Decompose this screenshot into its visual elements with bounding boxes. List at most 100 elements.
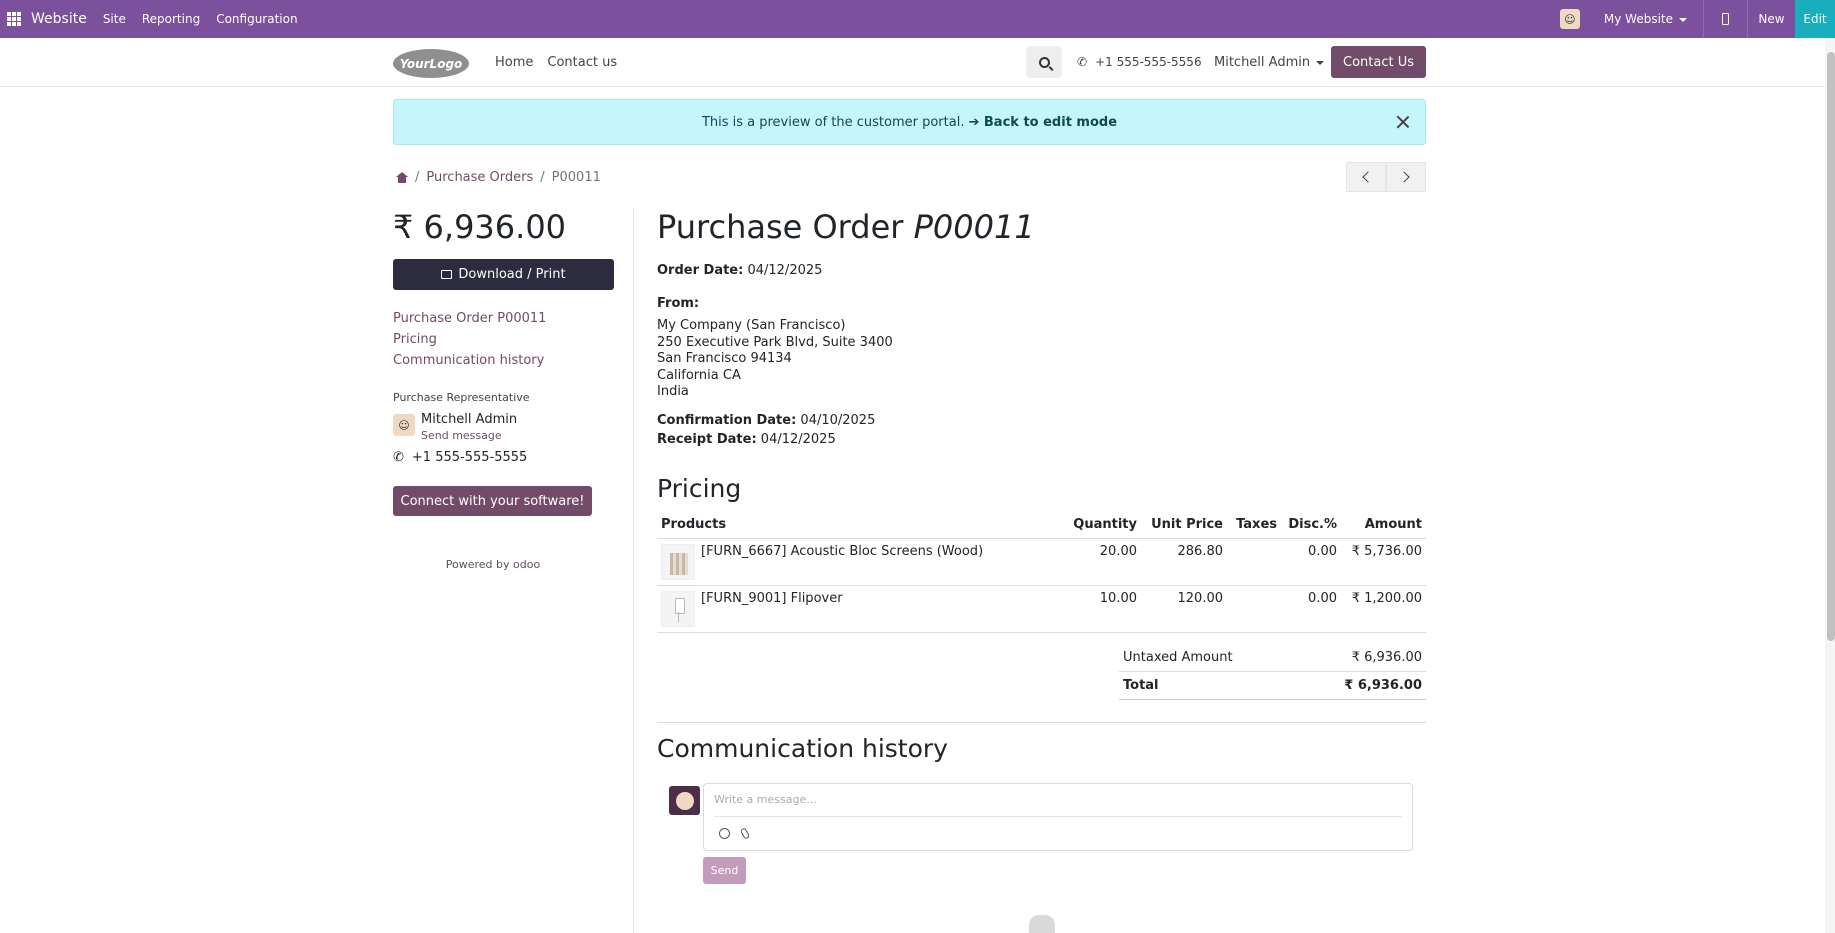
admin-menu-reporting[interactable]: Reporting (142, 12, 200, 26)
section-divider (657, 722, 1426, 723)
contact-us-button[interactable]: Contact Us (1331, 46, 1426, 78)
line-product: [FURN_6667] Acoustic Bloc Screens (Wood) (657, 539, 1062, 586)
admin-menu-site[interactable]: Site (103, 12, 126, 26)
rep-phone[interactable]: ✆ +1 555-555-5555 (393, 450, 615, 465)
total-label: Total (1123, 678, 1159, 693)
toc-communication-history[interactable]: Communication history (393, 353, 615, 368)
next-button[interactable] (1386, 162, 1426, 192)
line-taxes (1227, 585, 1281, 633)
connect-software-button[interactable]: Connect with your software! (393, 486, 592, 516)
rep-label: Purchase Representative (393, 391, 530, 404)
odoo-logo[interactable]: odoo (513, 558, 540, 571)
order-date-label: Order Date: (657, 263, 744, 278)
avatar (675, 791, 694, 810)
product-name: [FURN_6667] Acoustic Bloc Screens (Wood) (701, 543, 984, 559)
site-logo[interactable]: YourLogo (393, 49, 469, 78)
chat-bot-icon[interactable] (1029, 915, 1055, 933)
chevron-down-icon (1316, 60, 1325, 65)
table-header-row: Products Quantity Unit Price Taxes Disc.… (657, 512, 1426, 539)
line-amount: ₹ 1,200.00 (1341, 585, 1426, 633)
send-button[interactable]: Send (703, 857, 746, 884)
admin-brand[interactable]: Website (31, 11, 87, 27)
close-icon[interactable] (1393, 112, 1413, 132)
send-message-link[interactable]: Send message (421, 429, 517, 442)
previous-button[interactable] (1346, 162, 1386, 192)
confirmation-date-value: 04/10/2025 (800, 412, 876, 428)
pricing-heading: Pricing (657, 473, 742, 503)
untaxed-value: ₹ 6,936.00 (1351, 650, 1422, 665)
col-taxes: Taxes (1227, 512, 1281, 539)
totals-block: Untaxed Amount ₹ 6,936.00 Total ₹ 6,936.00 (1119, 644, 1426, 700)
vendor-address: My Company (San Francisco) 250 Executive… (657, 318, 1426, 401)
download-print-button[interactable]: Download / Print (393, 259, 614, 290)
message-composer[interactable]: Write a message... (703, 783, 1413, 851)
col-amount: Amount (1341, 512, 1426, 539)
order-lines-table: Products Quantity Unit Price Taxes Disc.… (657, 512, 1426, 633)
total-value: ₹ 6,936.00 (1344, 678, 1422, 693)
product-image (661, 590, 695, 627)
address-line: 250 Executive Park Blvd, Suite 3400 (657, 334, 893, 350)
mobile-preview-button[interactable] (1703, 0, 1747, 38)
line-unit-price: 286.80 (1141, 538, 1227, 586)
column-divider (633, 208, 634, 933)
total-row: Total ₹ 6,936.00 (1119, 672, 1426, 700)
breadcrumb: / Purchase Orders / P00011 (396, 170, 601, 185)
breadcrumb-separator: / (540, 170, 545, 185)
back-to-edit-link[interactable]: ➔ Back to edit mode (968, 115, 1117, 130)
edit-button[interactable]: Edit (1795, 0, 1835, 38)
powered-by: Powered by odoo (393, 558, 615, 571)
user-menu[interactable]: Mitchell Admin (1214, 55, 1325, 70)
page-title-prefix: Purchase Order (657, 208, 904, 246)
search-button[interactable] (1026, 46, 1062, 78)
paperclip-icon[interactable] (739, 827, 751, 840)
receipt-date: Receipt Date: 04/12/2025 (657, 432, 1426, 447)
composer-avatar (669, 786, 700, 815)
line-amount: ₹ 5,736.00 (1341, 538, 1426, 586)
admin-navbar: Website Site Reporting Configuration ☺ M… (0, 0, 1835, 38)
breadcrumb-separator: / (415, 170, 420, 185)
apps-grid-icon[interactable] (7, 12, 21, 26)
receipt-date-label: Receipt Date: (657, 431, 757, 447)
sidebar-total: ₹ 6,936.00 (393, 208, 567, 246)
untaxed-row: Untaxed Amount ₹ 6,936.00 (1119, 644, 1426, 672)
sidebar: ₹ 6,936.00 Download / Print Purchase Ord… (393, 208, 615, 571)
line-product: [FURN_9001] Flipover (657, 586, 1062, 633)
website-selector-label: My Website (1603, 12, 1673, 26)
user-menu-label: Mitchell Admin (1214, 55, 1311, 70)
product-image (661, 543, 695, 580)
rep-avatar: ☺ (393, 414, 415, 436)
product-name: [FURN_9001] Flipover (701, 590, 843, 606)
toc-purchase-order[interactable]: Purchase Order P00011 (393, 311, 615, 326)
powered-by-text: Powered by (445, 558, 510, 571)
table-of-contents: Purchase Order P00011 Pricing Communicat… (393, 311, 615, 368)
website-selector[interactable]: My Website (1604, 12, 1687, 26)
admin-avatar[interactable]: ☺ (1559, 9, 1580, 29)
receipt-date-value: 04/12/2025 (760, 431, 836, 447)
line-discount: 0.00 (1281, 538, 1341, 586)
address-line: San Francisco 94134 (657, 351, 792, 366)
line-taxes (1227, 538, 1281, 586)
nav-contact-us[interactable]: Contact us (547, 55, 617, 70)
new-button[interactable]: New (1747, 0, 1795, 38)
nav-home[interactable]: Home (495, 55, 533, 70)
col-quantity: Quantity (1062, 512, 1141, 539)
phone-icon: ✆ (1077, 55, 1088, 69)
col-products: Products (657, 512, 1062, 539)
alert-text: This is a preview of the customer portal… (701, 114, 965, 130)
col-unit-price: Unit Price (1141, 512, 1227, 539)
home-icon[interactable] (396, 172, 408, 183)
admin-menu-configuration[interactable]: Configuration (216, 12, 297, 26)
from-label: From: (657, 296, 700, 311)
confirmation-date-label: Confirmation Date: (657, 412, 797, 428)
address-line: India (657, 384, 689, 399)
page-title: Purchase Order P00011 (657, 208, 1426, 246)
toc-pricing[interactable]: Pricing (393, 332, 615, 347)
site-header: YourLogo Home Contact us ✆ +1 555-555-555… (0, 38, 1835, 87)
message-input[interactable]: Write a message... (714, 793, 817, 806)
address-line: My Company (San Francisco) (657, 318, 846, 333)
line-unit-price: 120.00 (1141, 585, 1227, 633)
header-phone[interactable]: ✆ +1 555-555-5556 (1077, 55, 1202, 69)
emoji-icon[interactable] (719, 828, 730, 839)
scrollbar-thumb[interactable] (1827, 52, 1835, 641)
breadcrumb-purchase-orders[interactable]: Purchase Orders (426, 170, 533, 185)
